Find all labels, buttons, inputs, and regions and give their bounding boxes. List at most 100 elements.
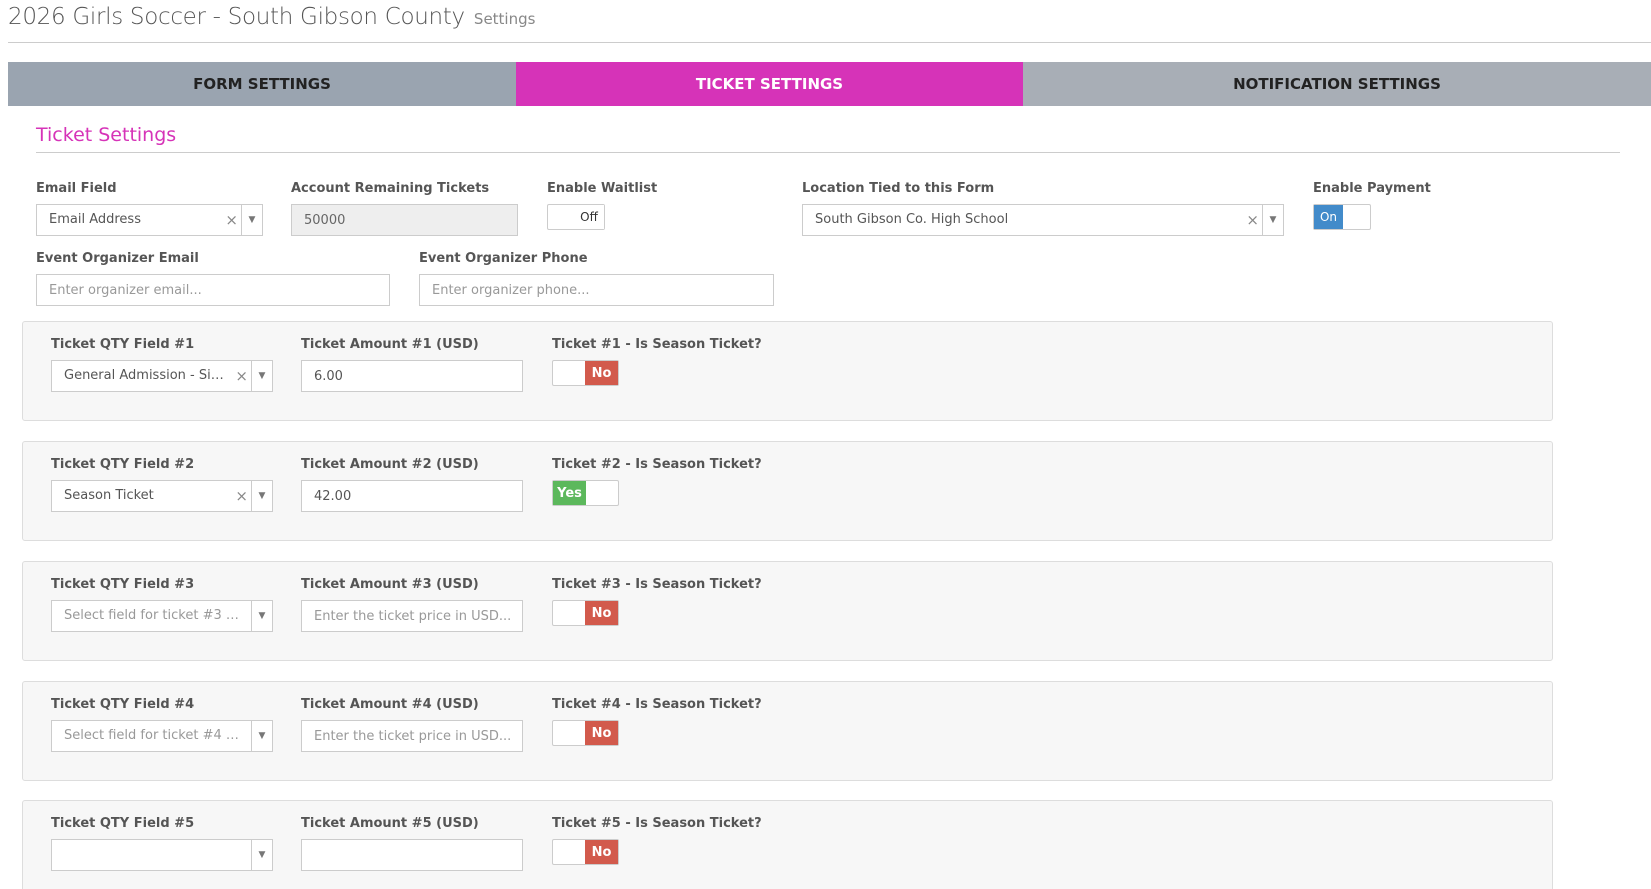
payment-state: On — [1314, 205, 1343, 229]
page-subtitle: Settings — [473, 10, 536, 28]
season-ticket-toggle[interactable]: No — [552, 360, 619, 386]
location-value: South Gibson Co. High School — [815, 212, 1009, 227]
chevron-down-icon[interactable]: ▼ — [1262, 205, 1283, 235]
season-ticket-group: Ticket #5 - Is Season Ticket? No — [552, 815, 772, 865]
waitlist-state: Off — [574, 205, 604, 229]
season-ticket-state: No — [585, 601, 618, 625]
clear-icon[interactable]: × — [1246, 205, 1259, 235]
ticket-qty-label: Ticket QTY Field #4 — [51, 697, 195, 712]
remaining-tickets-label: Account Remaining Tickets — [291, 181, 490, 196]
ticket-amount-label: Ticket Amount #5 (USD) — [301, 816, 479, 831]
ticket-qty-group: Ticket QTY Field #4 Select field for tic… — [51, 696, 273, 752]
organizer-phone-group: Event Organizer Phone — [419, 250, 774, 306]
remaining-tickets-group: Account Remaining Tickets — [291, 180, 518, 236]
ticket-qty-label: Ticket QTY Field #1 — [51, 337, 195, 352]
ticket-qty-value: General Admission - Single Game — [64, 368, 228, 383]
ticket-amount-input[interactable] — [301, 360, 523, 392]
chevron-down-icon[interactable]: ▼ — [241, 205, 262, 235]
ticket-qty-select[interactable]: Select field for ticket #3 quantity... ▼ — [51, 600, 273, 632]
ticket-amount-group: Ticket Amount #4 (USD) — [301, 696, 523, 752]
season-ticket-group: Ticket #4 - Is Season Ticket? No — [552, 696, 772, 746]
ticket-panel-2: Ticket QTY Field #2 Season Ticket × ▼ Ti… — [22, 441, 1553, 541]
ticket-qty-label: Ticket QTY Field #5 — [51, 816, 195, 831]
clear-icon[interactable]: × — [235, 361, 248, 391]
season-ticket-label: Ticket #1 - Is Season Ticket? — [552, 337, 762, 352]
ticket-amount-input[interactable] — [301, 839, 523, 871]
ticket-qty-select[interactable]: Select field for ticket #4 quantity... ▼ — [51, 720, 273, 752]
ticket-amount-input[interactable] — [301, 480, 523, 512]
ticket-qty-label: Ticket QTY Field #3 — [51, 577, 195, 592]
email-field-value: Email Address — [49, 212, 141, 227]
ticket-qty-value: Season Ticket — [64, 488, 154, 503]
email-field-select[interactable]: Email Address × ▼ — [36, 204, 263, 236]
ticket-qty-select[interactable]: ▼ — [51, 839, 273, 871]
ticket-qty-group: Ticket QTY Field #5 ▼ — [51, 815, 273, 871]
waitlist-label: Enable Waitlist — [547, 181, 658, 196]
waitlist-group: Enable Waitlist Off — [547, 180, 667, 230]
payment-group: Enable Payment On — [1313, 180, 1463, 230]
chevron-down-icon[interactable]: ▼ — [251, 481, 272, 511]
season-ticket-state: No — [585, 361, 618, 385]
ticket-qty-group: Ticket QTY Field #3 Select field for tic… — [51, 576, 273, 632]
season-ticket-group: Ticket #2 - Is Season Ticket? Yes — [552, 456, 772, 506]
season-ticket-label: Ticket #2 - Is Season Ticket? — [552, 457, 762, 472]
season-ticket-group: Ticket #1 - Is Season Ticket? No — [552, 336, 772, 386]
ticket-qty-label: Ticket QTY Field #2 — [51, 457, 195, 472]
section-header: Ticket Settings — [36, 124, 1620, 153]
season-ticket-state: No — [585, 840, 618, 864]
chevron-down-icon[interactable]: ▼ — [251, 601, 272, 631]
ticket-qty-placeholder: Select field for ticket #3 quantity... — [64, 608, 244, 623]
ticket-panel-4: Ticket QTY Field #4 Select field for tic… — [22, 681, 1553, 781]
season-ticket-toggle[interactable]: Yes — [552, 480, 619, 506]
organizer-phone-label: Event Organizer Phone — [419, 251, 588, 266]
ticket-qty-select[interactable]: General Admission - Single Game × ▼ — [51, 360, 273, 392]
season-ticket-state: No — [585, 721, 618, 745]
remaining-tickets-input — [291, 204, 518, 236]
settings-tabs: FORM SETTINGS TICKET SETTINGS NOTIFICATI… — [8, 62, 1651, 106]
season-ticket-group: Ticket #3 - Is Season Ticket? No — [552, 576, 772, 626]
ticket-qty-select[interactable]: Season Ticket × ▼ — [51, 480, 273, 512]
season-ticket-toggle[interactable]: No — [552, 600, 619, 626]
clear-icon[interactable]: × — [235, 481, 248, 511]
chevron-down-icon[interactable]: ▼ — [251, 361, 272, 391]
season-ticket-toggle[interactable]: No — [552, 720, 619, 746]
season-ticket-state: Yes — [553, 481, 586, 505]
ticket-amount-label: Ticket Amount #3 (USD) — [301, 577, 479, 592]
page-header: 2026 Girls Soccer - South Gibson County … — [8, 4, 1651, 43]
chevron-down-icon[interactable]: ▼ — [251, 840, 272, 870]
season-ticket-label: Ticket #4 - Is Season Ticket? — [552, 697, 762, 712]
organizer-email-label: Event Organizer Email — [36, 251, 199, 266]
chevron-down-icon[interactable]: ▼ — [251, 721, 272, 751]
organizer-email-group: Event Organizer Email — [36, 250, 390, 306]
tab-ticket-settings[interactable]: TICKET SETTINGS — [516, 62, 1023, 106]
section-title: Ticket Settings — [36, 124, 177, 146]
ticket-amount-label: Ticket Amount #1 (USD) — [301, 337, 479, 352]
location-select[interactable]: South Gibson Co. High School × ▼ — [802, 204, 1284, 236]
ticket-amount-group: Ticket Amount #2 (USD) — [301, 456, 523, 512]
payment-toggle[interactable]: On — [1313, 204, 1371, 230]
ticket-amount-label: Ticket Amount #2 (USD) — [301, 457, 479, 472]
clear-icon[interactable]: × — [225, 205, 238, 235]
season-ticket-label: Ticket #3 - Is Season Ticket? — [552, 577, 762, 592]
email-field-group: Email Field Email Address × ▼ — [36, 180, 263, 236]
page-title: 2026 Girls Soccer - South Gibson County — [8, 4, 465, 30]
email-field-label: Email Field — [36, 181, 117, 196]
ticket-qty-placeholder: Select field for ticket #4 quantity... — [64, 728, 244, 743]
ticket-amount-input[interactable] — [301, 720, 523, 752]
ticket-amount-group: Ticket Amount #1 (USD) — [301, 336, 523, 392]
organizer-email-input[interactable] — [36, 274, 390, 306]
season-ticket-toggle[interactable]: No — [552, 839, 619, 865]
tab-form-settings[interactable]: FORM SETTINGS — [8, 62, 516, 106]
ticket-panel-3: Ticket QTY Field #3 Select field for tic… — [22, 561, 1553, 661]
tab-notification-settings[interactable]: NOTIFICATION SETTINGS — [1023, 62, 1651, 106]
organizer-phone-input[interactable] — [419, 274, 774, 306]
ticket-qty-group: Ticket QTY Field #2 Season Ticket × ▼ — [51, 456, 273, 512]
waitlist-toggle[interactable]: Off — [547, 204, 605, 230]
payment-label: Enable Payment — [1313, 181, 1431, 196]
ticket-amount-label: Ticket Amount #4 (USD) — [301, 697, 479, 712]
ticket-panel-5: Ticket QTY Field #5 ▼ Ticket Amount #5 (… — [22, 800, 1553, 889]
ticket-amount-group: Ticket Amount #5 (USD) — [301, 815, 523, 871]
location-label: Location Tied to this Form — [802, 181, 995, 196]
season-ticket-label: Ticket #5 - Is Season Ticket? — [552, 816, 762, 831]
ticket-amount-input[interactable] — [301, 600, 523, 632]
